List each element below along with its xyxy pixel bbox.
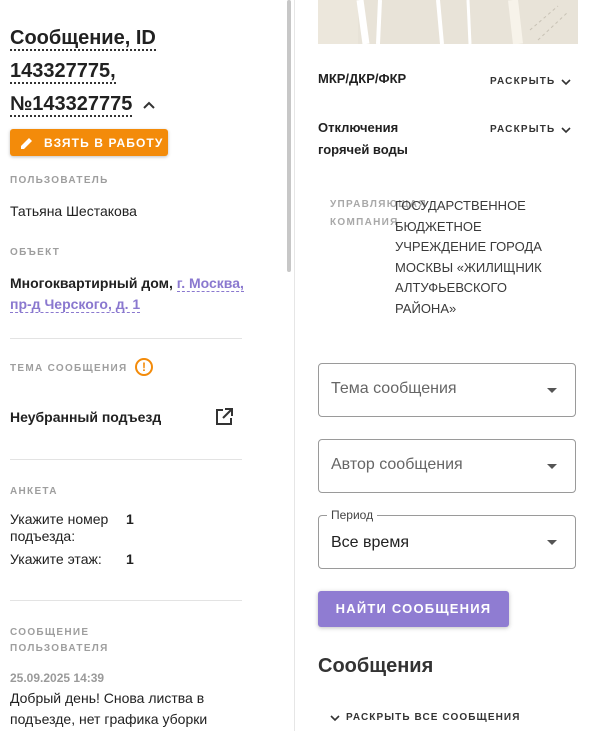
topic-select-placeholder: Тема сообщения bbox=[331, 380, 457, 397]
object-type: Многоквартирный дом, bbox=[10, 275, 173, 291]
author-select-placeholder: Автор сообщения bbox=[331, 456, 463, 473]
scrollbar[interactable] bbox=[287, 0, 291, 272]
period-label: Период bbox=[327, 508, 378, 522]
side-panel: МКР/ДКР/ФКР РАСКРЫТЬ Отключения горячей … bbox=[295, 0, 590, 731]
survey-question-1: Укажите номер подъезда: bbox=[10, 511, 108, 545]
map-preview[interactable] bbox=[318, 0, 578, 44]
expand-all-messages-button[interactable]: РАСКРЫТЬ ВСЕ СООБЩЕНИЯ bbox=[330, 712, 521, 723]
title-line-3: №143327775 bbox=[10, 93, 133, 117]
open-external-icon[interactable] bbox=[214, 407, 234, 427]
object-address-link-2[interactable]: пр-д Черского, д. 1 bbox=[10, 296, 141, 313]
user-message-label-line-2: ПОЛЬЗОВАТЕЛЯ bbox=[10, 643, 109, 654]
chevron-up-icon[interactable] bbox=[142, 98, 156, 112]
topic-label: ТЕМА СООБЩЕНИЯ bbox=[10, 363, 128, 374]
messages-heading: Сообщения bbox=[318, 655, 434, 677]
chevron-down-icon bbox=[561, 126, 572, 133]
divider bbox=[10, 600, 242, 601]
hot-water-label: Отключения горячей воды bbox=[318, 117, 408, 161]
take-to-work-button[interactable]: ВЗЯТЬ В РАБОТУ bbox=[10, 129, 168, 156]
dropdown-arrow-icon bbox=[547, 464, 557, 469]
map-image bbox=[318, 0, 578, 44]
user-message-line-2: подъезде, нет графика уборки bbox=[10, 711, 208, 727]
survey-question-1-line-1: Укажите номер bbox=[10, 511, 109, 527]
object-value: Многоквартирный дом, г. Москва, пр-д Чер… bbox=[10, 273, 250, 315]
survey-answer-1: 1 bbox=[126, 511, 134, 527]
chevron-down-icon bbox=[561, 78, 572, 85]
user-name: Татьяна Шестакова bbox=[10, 203, 137, 219]
title-line-1: Сообщение, ID bbox=[10, 27, 156, 51]
title-line-2: 143327775, bbox=[10, 60, 116, 84]
chevron-down-icon bbox=[330, 714, 340, 721]
survey-label: АНКЕТА bbox=[10, 486, 58, 497]
topic-select[interactable]: Тема сообщения bbox=[318, 363, 576, 417]
hot-water-expand-label: РАСКРЫТЬ bbox=[490, 124, 556, 135]
page-title: Сообщение, ID 143327775, №143327775 bbox=[10, 22, 280, 121]
warning-icon[interactable]: ! bbox=[135, 358, 153, 376]
divider bbox=[10, 338, 242, 339]
mkr-expand-label: РАСКРЫТЬ bbox=[490, 76, 556, 87]
hot-water-line-2: горячей воды bbox=[318, 142, 408, 157]
mkr-label: МКР/ДКР/ФКР bbox=[318, 71, 407, 86]
user-message-time: 25.09.2025 14:39 bbox=[10, 671, 105, 685]
user-message-text: Добрый день! Снова листва в подъезде, не… bbox=[10, 688, 207, 730]
topic-value: Неубранный подъезд bbox=[10, 409, 162, 425]
hot-water-expand-button[interactable]: РАСКРЫТЬ bbox=[490, 124, 572, 135]
expand-all-label: РАСКРЫТЬ ВСЕ СООБЩЕНИЯ bbox=[346, 712, 521, 723]
survey-answer-2: 1 bbox=[126, 551, 134, 567]
dropdown-arrow-icon bbox=[547, 540, 557, 545]
message-panel: Сообщение, ID 143327775, №143327775 ВЗЯТ… bbox=[0, 0, 290, 731]
object-label: ОБЪЕКТ bbox=[10, 247, 61, 258]
management-company-value: ГОСУДАРСТВЕННОЕ БЮДЖЕТНОЕ УЧРЕЖДЕНИЕ ГОР… bbox=[395, 198, 542, 316]
user-message-label: СООБЩЕНИЕ ПОЛЬЗОВАТЕЛЯ bbox=[10, 625, 109, 657]
period-value: Все время bbox=[331, 534, 409, 551]
user-message-label-line-1: СООБЩЕНИЕ bbox=[10, 627, 90, 638]
take-to-work-label: ВЗЯТЬ В РАБОТУ bbox=[44, 135, 164, 150]
period-select[interactable]: Период Все время bbox=[318, 508, 576, 569]
author-select[interactable]: Автор сообщения bbox=[318, 439, 576, 493]
dropdown-arrow-icon bbox=[547, 388, 557, 393]
hot-water-line-1: Отключения bbox=[318, 120, 399, 135]
user-label: ПОЛЬЗОВАТЕЛЬ bbox=[10, 175, 109, 186]
object-address-link-1[interactable]: г. Москва, bbox=[176, 275, 244, 292]
find-messages-button[interactable]: НАЙТИ СООБЩЕНИЯ bbox=[318, 591, 509, 627]
divider bbox=[10, 459, 242, 460]
mkr-expand-button[interactable]: РАСКРЫТЬ bbox=[490, 76, 572, 87]
survey-question-1-line-2: подъезда: bbox=[10, 528, 76, 544]
pencil-icon bbox=[21, 137, 32, 149]
user-message-line-1: Добрый день! Снова листва в bbox=[10, 690, 205, 706]
management-company-label-line-2: КОМПАНИЯ bbox=[330, 217, 399, 228]
survey-question-2: Укажите этаж: bbox=[10, 551, 102, 567]
